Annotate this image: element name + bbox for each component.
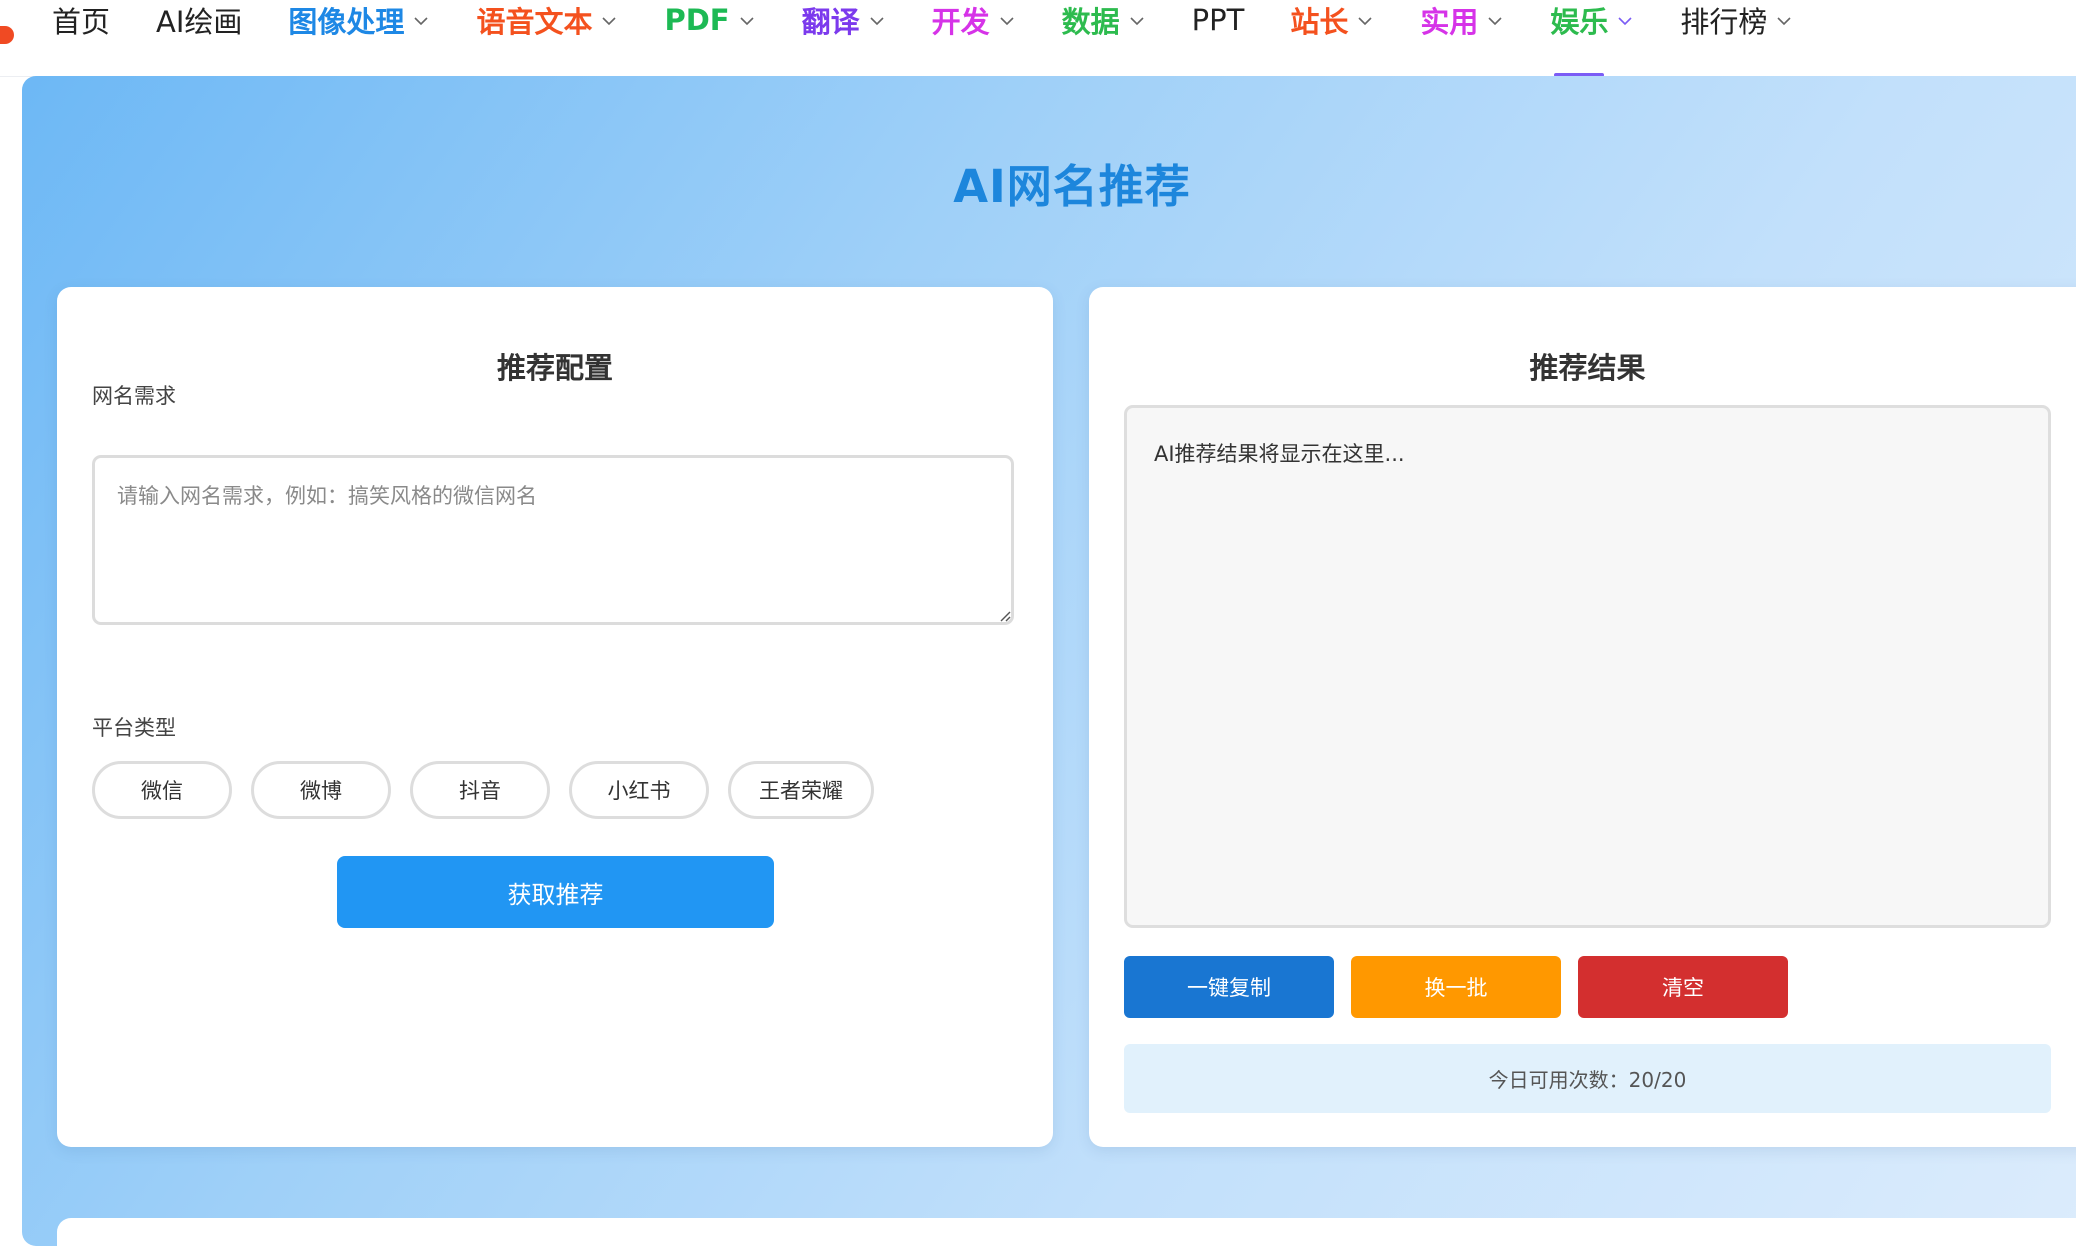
platform-option-wechat[interactable]: 微信 [92,761,232,819]
chevron-down-icon [1000,17,1014,26]
chevron-down-icon [1130,17,1144,26]
platform-option-honor-of-kings[interactable]: 王者荣耀 [728,761,874,819]
nav-item-11[interactable]: 娱乐 [1550,0,1634,77]
chevron-down-icon [1618,17,1632,26]
daily-quota-notice: 今日可用次数：20/20 [1124,1044,2051,1113]
page-title: AI网名推荐 [953,160,1191,213]
refresh-batch-button[interactable]: 换一批 [1351,956,1561,1018]
resize-grip-icon[interactable] [999,610,1011,622]
nav-item-label: PDF [664,3,730,37]
platform-options: 微信 微博 抖音 小红书 王者荣耀 [92,761,893,819]
nav-item-label: PPT [1191,3,1245,37]
nav-item-9[interactable]: 站长 [1290,0,1374,40]
chevron-down-icon [740,17,754,26]
nav-item-0[interactable]: 首页 [52,0,110,40]
nav-item-label: 娱乐 [1550,5,1609,39]
nav-item-label: 开发 [931,5,990,39]
chevron-down-icon [1777,17,1791,26]
top-navbar: 首页 AI绘画 图像处理 语音文本 PDF 翻译 开发 数据 PPT 站长 实用 娱乐 排行榜 [0,0,2076,77]
chevron-down-icon [414,17,429,26]
nav-item-8[interactable]: PPT [1192,0,1245,40]
result-card: 推荐结果 AI推荐结果将显示在这里... 一键复制 换一批 清空 今日可用次数：… [1089,287,2076,1147]
nav-item-10[interactable]: 实用 [1420,0,1504,40]
get-recommendation-button[interactable]: 获取推荐 [337,856,774,928]
nav-item-label: AI绘画 [156,5,243,39]
result-title: 推荐结果 [1529,351,1646,385]
nav-item-label: 排行榜 [1680,5,1768,39]
chevron-down-icon [1358,17,1372,26]
demand-label: 网名需求 [92,384,176,408]
result-output[interactable]: AI推荐结果将显示在这里... [1124,405,2051,928]
nav-menu: 首页 AI绘画 图像处理 语音文本 PDF 翻译 开发 数据 PPT 站长 实用 娱乐 排行榜 [52,0,1839,77]
platform-label: 平台类型 [92,716,176,740]
nav-item-2[interactable]: 图像处理 [288,0,430,40]
nav-item-12[interactable]: 排行榜 [1680,0,1793,40]
platform-option-xiaohongshu[interactable]: 小红书 [569,761,709,819]
result-placeholder: AI推荐结果将显示在这里... [1154,442,1405,466]
nav-item-7[interactable]: 数据 [1062,0,1146,40]
chevron-down-icon [1488,17,1502,26]
nav-item-1[interactable]: AI绘画 [156,0,242,40]
quota-text: 今日可用次数：20/20 [1488,1068,1687,1092]
platform-option-douyin[interactable]: 抖音 [410,761,550,819]
nav-item-label: 实用 [1420,5,1479,39]
nav-item-4[interactable]: PDF [664,0,755,40]
next-section-edge [57,1218,2076,1248]
nav-item-5[interactable]: 翻译 [802,0,886,40]
nav-item-6[interactable]: 开发 [932,0,1016,40]
config-title: 推荐配置 [496,351,613,385]
site-logo[interactable] [0,26,14,44]
nav-item-label: 数据 [1061,5,1120,39]
chevron-down-icon [602,17,617,26]
chevron-down-icon [870,17,884,26]
demand-input[interactable] [92,455,1014,625]
nav-item-label: 站长 [1290,5,1349,39]
config-card: 推荐配置 网名需求 平台类型 微信 微博 抖音 小红书 王者荣耀 获取推荐 [57,287,1053,1147]
nav-item-label: 图像处理 [288,5,405,39]
nav-item-3[interactable]: 语音文本 [476,0,618,40]
nav-item-label: 首页 [52,5,111,39]
platform-option-weibo[interactable]: 微博 [251,761,391,819]
copy-all-button[interactable]: 一键复制 [1124,956,1334,1018]
nav-item-label: 语音文本 [476,5,593,39]
nav-item-label: 翻译 [801,5,860,39]
clear-button[interactable]: 清空 [1578,956,1788,1018]
